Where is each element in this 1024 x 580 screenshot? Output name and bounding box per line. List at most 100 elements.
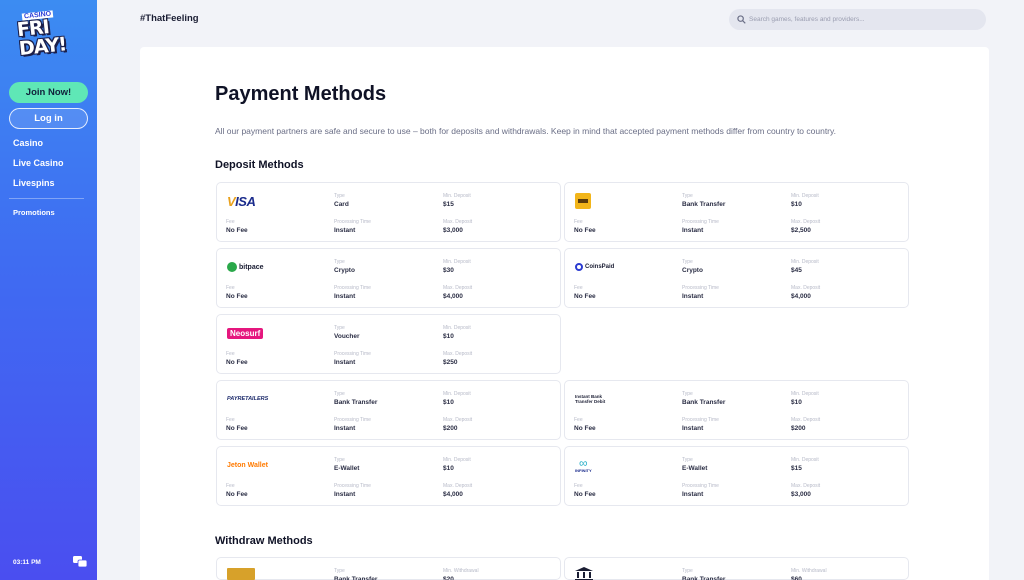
min-withdrawal-value: $60 [791, 576, 802, 580]
tagline: #ThatFeeling [140, 13, 199, 24]
max-deposit-label: Max. Deposit [791, 285, 821, 291]
bitpace-logo: bitpace [227, 262, 264, 272]
processing-time-label: Processing Time [682, 483, 719, 489]
bank-building-icon [575, 567, 593, 580]
deposit-method-card[interactable]: Instant Bank Transfer Debit Type Bank Tran… [564, 380, 909, 440]
min-deposit-value: $45 [791, 267, 802, 274]
max-deposit-value: $3,000 [443, 227, 463, 234]
withdraw-methods-heading: Withdraw Methods [215, 535, 313, 547]
processing-time-label: Processing Time [334, 285, 371, 291]
deposit-method-card[interactable]: ∞ INFINITY Type E-Wallet Min. Deposit $15 F… [564, 446, 909, 506]
processing-time-label: Processing Time [334, 351, 371, 357]
max-deposit-value: $250 [443, 359, 458, 366]
type-value: Card [334, 201, 349, 208]
payment-logo [575, 564, 635, 580]
payment-logo: Jeton Wallet [227, 455, 287, 475]
processing-time-label: Processing Time [682, 417, 719, 423]
deposit-method-card[interactable]: PAYRETAILERS Type Bank Transfer Min. Depo… [216, 380, 561, 440]
casino-friday-logo[interactable]: CASINO FRI DAY! [15, 10, 80, 64]
type-label: Type [682, 259, 693, 265]
fee-label: Fee [226, 219, 235, 225]
type-label: Type [334, 568, 345, 574]
payment-logo [227, 564, 287, 580]
max-deposit-value: $4,000 [443, 491, 463, 498]
type-label: Type [682, 193, 693, 199]
fee-label: Fee [574, 483, 583, 489]
payment-logo: PAYRETAILERS [227, 389, 287, 409]
fee-value: No Fee [226, 227, 248, 234]
processing-time-label: Processing Time [334, 483, 371, 489]
fee-label: Fee [574, 417, 583, 423]
type-label: Type [334, 325, 345, 331]
fee-value: No Fee [574, 425, 596, 432]
min-deposit-label: Min. Deposit [791, 457, 819, 463]
withdraw-method-card[interactable]: Type Bank Transfer Min. Withdrawal $60 [564, 557, 909, 580]
sidebar-item-casino[interactable]: Casino [13, 138, 64, 158]
deposit-method-card[interactable]: Type Bank Transfer Min. Deposit $10 Fee No … [564, 182, 909, 242]
type-label: Type [334, 193, 345, 199]
max-deposit-value: $4,000 [443, 293, 463, 300]
max-deposit-value: $3,000 [791, 491, 811, 498]
search-input[interactable] [749, 9, 979, 30]
processing-time-value: Instant [682, 491, 704, 498]
min-deposit-label: Min. Deposit [443, 259, 471, 265]
sidebar-item-livespins[interactable]: Livespins [13, 178, 64, 198]
search-bar[interactable] [729, 9, 986, 30]
sidebar-nav: Casino Live Casino Livespins [13, 138, 64, 198]
min-deposit-value: $10 [443, 465, 454, 472]
deposit-method-card[interactable]: Neosurf Type Voucher Min. Deposit $10 Fee N… [216, 314, 561, 374]
fee-value: No Fee [226, 293, 248, 300]
min-deposit-label: Min. Deposit [443, 325, 471, 331]
payment-logo: Instant Bank Transfer Debit [575, 389, 635, 409]
sidebar-item-live-casino[interactable]: Live Casino [13, 158, 64, 178]
sidebar-item-promotions[interactable]: Promotions [13, 208, 55, 217]
processing-time-label: Processing Time [334, 219, 371, 225]
payment-logo: bitpace [227, 257, 287, 277]
min-withdrawal-label: Min. Withdrawal [791, 568, 827, 574]
type-value: Bank Transfer [334, 399, 378, 406]
processing-time-value: Instant [682, 425, 704, 432]
intro-text: All our payment partners are safe and se… [215, 126, 836, 136]
sidebar: CASINO FRI DAY! Join Now! Log in Casino … [0, 0, 97, 580]
processing-time-value: Instant [334, 359, 356, 366]
min-deposit-label: Min. Deposit [791, 259, 819, 265]
clock-time: 03:11 PM [13, 559, 41, 566]
payretailers-logo: PAYRETAILERS [227, 396, 269, 402]
deposit-method-card[interactable]: VISA Type Card Min. Deposit $15 Fee No Fee … [216, 182, 561, 242]
fee-value: No Fee [226, 491, 248, 498]
type-value: Bank Transfer [682, 201, 726, 208]
deposit-method-card[interactable]: Jeton Wallet Type E-Wallet Min. Deposit $1… [216, 446, 561, 506]
coinspaid-logo: CoinsPaid [575, 263, 614, 271]
max-deposit-value: $2,500 [791, 227, 811, 234]
payment-logo: Neosurf [227, 323, 287, 343]
logo-big-text: FRI DAY! [15, 16, 68, 61]
min-deposit-value: $10 [791, 399, 802, 406]
max-deposit-label: Max. Deposit [443, 285, 473, 291]
processing-time-label: Processing Time [682, 219, 719, 225]
type-value: Bank Transfer [682, 399, 726, 406]
type-value: E-Wallet [682, 465, 708, 472]
min-deposit-value: $15 [443, 201, 454, 208]
deposit-method-card[interactable]: CoinsPaid Type Crypto Min. Deposit $45 Fee… [564, 248, 909, 308]
join-now-button[interactable]: Join Now! [9, 82, 88, 103]
min-withdrawal-label: Min. Withdrawal [443, 568, 479, 574]
min-deposit-value: $10 [443, 333, 454, 340]
max-deposit-label: Max. Deposit [443, 219, 473, 225]
type-value: Bank Transfer [682, 576, 726, 580]
fee-label: Fee [226, 417, 235, 423]
search-icon [737, 15, 746, 24]
min-deposit-label: Min. Deposit [791, 391, 819, 397]
fee-value: No Fee [574, 227, 596, 234]
login-button[interactable]: Log in [9, 108, 88, 129]
type-value: Voucher [334, 333, 360, 340]
withdraw-method-card[interactable]: Type Bank Transfer Min. Withdrawal $20 [216, 557, 561, 580]
payment-logo: CoinsPaid [575, 257, 635, 277]
deposit-method-card[interactable]: bitpace Type Crypto Min. Deposit $30 Fee No… [216, 248, 561, 308]
min-deposit-value: $10 [791, 201, 802, 208]
min-deposit-value: $15 [791, 465, 802, 472]
processing-time-value: Instant [334, 227, 356, 234]
instant-bank-transfer-logo: Instant Bank Transfer Debit [575, 394, 606, 404]
chat-icon[interactable] [73, 556, 87, 568]
type-label: Type [682, 568, 693, 574]
bank-transfer-logo [575, 193, 591, 209]
